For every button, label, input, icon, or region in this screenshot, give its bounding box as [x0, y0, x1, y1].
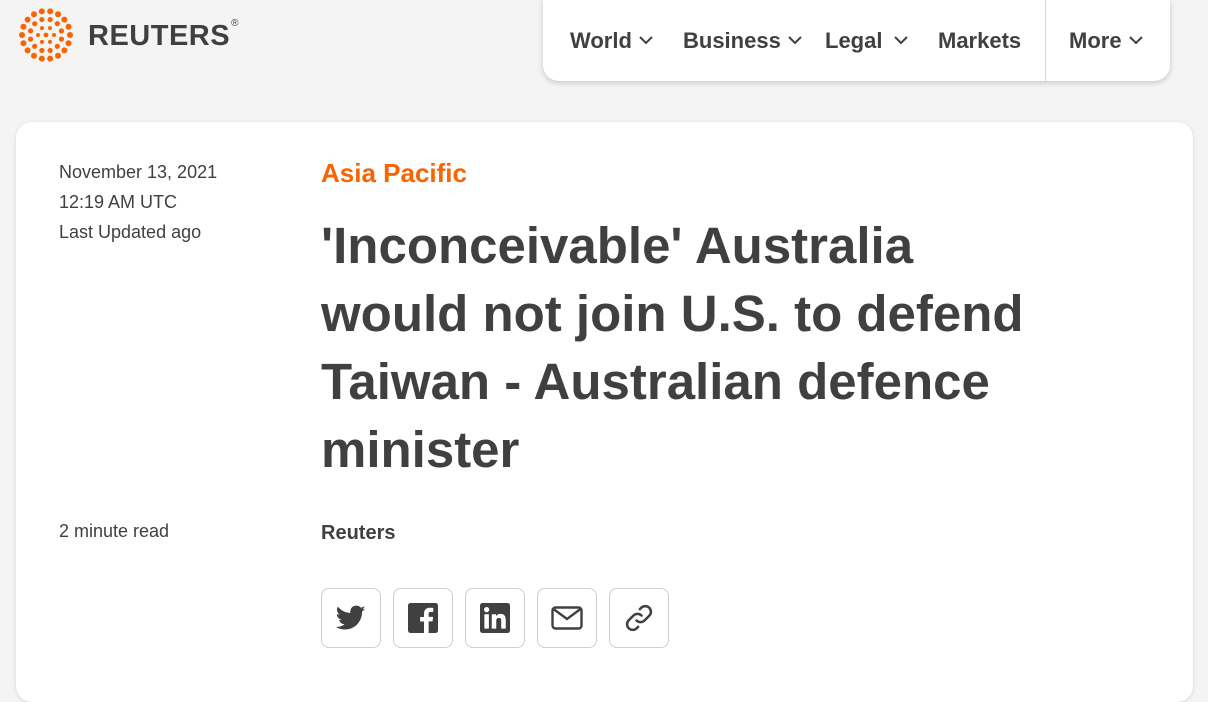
chevron-down-icon — [639, 36, 653, 45]
nav-item-label: Markets — [938, 27, 1022, 53]
reuters-logo[interactable]: REUTERS ® — [16, 5, 238, 65]
section-link[interactable]: Asia Pacific — [321, 158, 467, 189]
nav-item-more[interactable]: More — [1069, 28, 1143, 54]
nav-item-label: World — [570, 27, 632, 53]
share-email-button[interactable] — [537, 588, 597, 648]
email-icon — [551, 606, 583, 630]
publish-time: 12:19 AM UTC — [59, 192, 178, 212]
byline: Reuters — [321, 522, 396, 544]
share-buttons — [321, 588, 669, 648]
article-meta: November 13, 2021 12:19 AM UTC Last Upda… — [59, 157, 217, 247]
nav-item-business[interactable]: Business — [683, 28, 802, 54]
article-card: November 13, 2021 12:19 AM UTC Last Upda… — [16, 122, 1193, 702]
link-icon — [625, 604, 653, 632]
chevron-down-icon — [1128, 36, 1143, 45]
nav-divider — [1045, 0, 1046, 81]
nav-item-legal[interactable]: Legal — [825, 27, 909, 54]
nav-item-label: More — [1069, 27, 1122, 53]
last-updated: Last Updated ago — [59, 222, 202, 242]
share-twitter-button[interactable] — [321, 588, 381, 648]
article-headline: 'Inconceivable' Australia would not join… — [321, 217, 1024, 478]
reuters-dots-icon — [19, 8, 73, 62]
chevron-down-icon — [894, 36, 909, 45]
read-time: 2 minute read — [59, 521, 170, 541]
facebook-icon — [408, 603, 438, 633]
copy-link-button[interactable] — [609, 588, 669, 648]
brand-name: REUTERS — [88, 19, 231, 52]
share-linkedin-button[interactable] — [465, 588, 525, 648]
registered-mark: ® — [231, 17, 239, 29]
publish-date: November 13, 2021 — [59, 162, 218, 182]
nav-item-markets[interactable]: Markets — [938, 28, 1021, 54]
linkedin-icon — [480, 603, 510, 633]
main-nav: World Business Legal Markets More — [543, 0, 1170, 81]
share-facebook-button[interactable] — [393, 588, 453, 648]
chevron-down-icon — [788, 36, 802, 45]
twitter-icon — [336, 605, 366, 630]
nav-item-label: Business — [683, 27, 781, 53]
nav-item-world[interactable]: World — [570, 28, 653, 54]
nav-item-label: Legal — [825, 27, 883, 53]
